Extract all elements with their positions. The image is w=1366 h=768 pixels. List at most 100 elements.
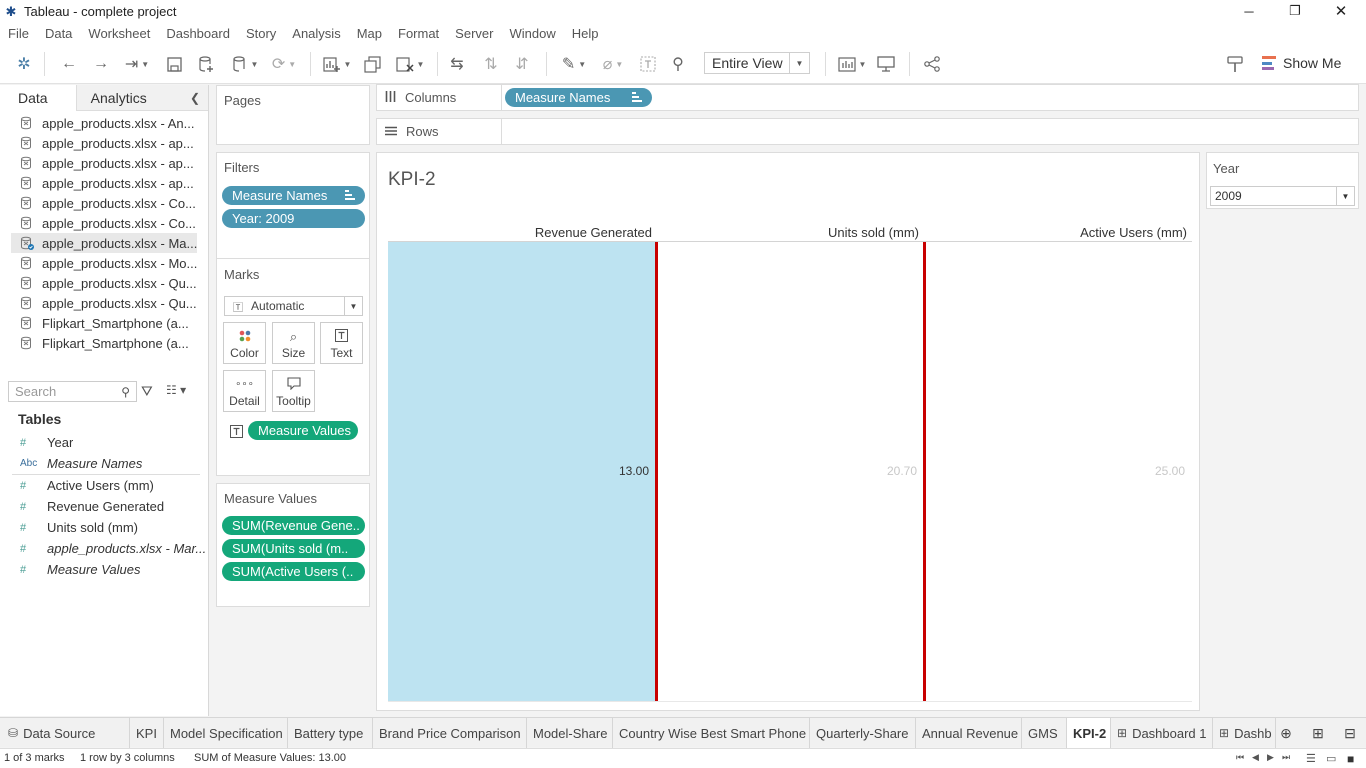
format-painter-icon[interactable] (1224, 53, 1246, 75)
show-filmstrip-icon[interactable]: ☰ (1306, 752, 1316, 765)
sheet-tab[interactable]: Model-Share (527, 718, 613, 748)
sheet-tab[interactable]: Quarterly-Share (810, 718, 916, 748)
tooltip-button[interactable]: Tooltip (272, 370, 315, 412)
new-dashboard-icon[interactable]: ⊞ (1308, 724, 1328, 742)
field-item[interactable]: # Year (0, 432, 208, 453)
save-icon[interactable] (163, 53, 185, 75)
undo-icon[interactable]: ← (58, 53, 80, 75)
redo-icon[interactable]: → (90, 53, 112, 75)
detail-button[interactable]: ∘∘∘ Detail (223, 370, 266, 412)
menu-file[interactable]: File (8, 26, 29, 41)
columns-shelf[interactable]: Columns Measure Names (376, 84, 1359, 111)
filter-pill-measure-names[interactable]: Measure Names (222, 186, 365, 205)
last-sheet-icon[interactable]: ⏭ (1282, 752, 1290, 763)
data-source-item[interactable]: Flipkart_Smartphone (a... (0, 313, 208, 333)
data-source-item[interactable]: apple_products.xlsx - Qu... (0, 293, 208, 313)
size-button[interactable]: ⌕ Size (272, 322, 315, 364)
data-source-item[interactable]: apple_products.xlsx - Ma... (11, 233, 197, 253)
swap-rows-columns-icon[interactable]: ⇆ (446, 53, 468, 75)
year-dropdown[interactable]: 2009 ▼ (1210, 186, 1355, 206)
data-source-item[interactable]: apple_products.xlsx - Qu... (0, 273, 208, 293)
new-worksheet-icon[interactable]: ▼ (319, 53, 355, 75)
sheet-tab[interactable]: Annual Revenue (916, 718, 1022, 748)
menu-window[interactable]: Window (509, 26, 555, 41)
data-source-item[interactable]: Flipkart_Smartphone (a... (0, 333, 208, 353)
fit-dropdown[interactable]: Entire View ▼ (704, 52, 810, 74)
menu-format[interactable]: Format (398, 26, 439, 41)
cell-value-label[interactable]: 13.00 (569, 464, 649, 478)
filter-pill-year[interactable]: Year: 2009 (222, 209, 365, 228)
field-item[interactable]: # Measure Values (0, 559, 208, 580)
measure-pill-active-users[interactable]: SUM(Active Users (.. (222, 562, 365, 581)
restore-button[interactable]: ❐ (1272, 0, 1318, 22)
marks-pill-measure-values[interactable]: Measure Values (248, 421, 358, 440)
sort-descending-icon[interactable]: ⇵ (511, 53, 533, 75)
cell-value-label[interactable]: 20.70 (837, 464, 917, 478)
menu-dashboard[interactable]: Dashboard (166, 26, 230, 41)
next-sheet-icon[interactable]: ▶ (1267, 752, 1274, 763)
clear-sheet-icon[interactable]: ▼ (392, 53, 428, 75)
replay-icon[interactable]: ⇥ ▼ (120, 53, 154, 75)
sheet-tab[interactable]: Brand Price Comparison (373, 718, 527, 748)
view-options-icon[interactable]: ☷ ▾ (166, 383, 186, 397)
menu-data[interactable]: Data (45, 26, 72, 41)
sheet-title[interactable]: KPI-2 (388, 169, 436, 191)
data-source-item[interactable]: apple_products.xlsx - ap... (0, 173, 208, 193)
minimize-button[interactable]: ─ (1226, 0, 1272, 22)
rows-shelf[interactable]: Rows (376, 118, 1359, 145)
data-source-item[interactable]: apple_products.xlsx - Co... (0, 213, 208, 233)
menu-analysis[interactable]: Analysis (292, 26, 340, 41)
color-button[interactable]: Color (223, 322, 266, 364)
sheet-tab[interactable]: ⛁ Data Source (0, 718, 130, 748)
filters-card[interactable]: Filters Measure Names Year: 2009 (216, 152, 370, 259)
tab-data[interactable]: Data (0, 85, 76, 111)
column-header-units[interactable]: Units sold (mm) (659, 225, 919, 240)
worksheet-view[interactable]: KPI-2 Revenue Generated Units sold (mm) … (376, 152, 1200, 711)
first-sheet-icon[interactable]: ⏮ (1236, 752, 1244, 763)
show-me-button[interactable]: Show Me (1262, 53, 1341, 73)
field-item[interactable]: # Units sold (mm) (0, 517, 208, 538)
sheet-tab[interactable]: GMS (1022, 718, 1067, 748)
field-item[interactable]: # Revenue Generated (0, 496, 208, 517)
text-button[interactable]: Text (320, 322, 363, 364)
sheet-tab[interactable]: KPI (130, 718, 164, 748)
collapse-pane-icon[interactable]: ❮ (190, 91, 200, 105)
measure-pill-revenue[interactable]: SUM(Revenue Gene.. (222, 516, 365, 535)
sheet-tab[interactable]: Battery type (288, 718, 373, 748)
cell-value-label[interactable]: 25.00 (1105, 464, 1185, 478)
group-members-icon[interactable]: ⌀ ▼ (596, 53, 630, 75)
show-mark-labels-icon[interactable] (637, 53, 659, 75)
data-source-item[interactable]: apple_products.xlsx - Co... (0, 193, 208, 213)
data-source-item[interactable]: apple_products.xlsx - ap... (0, 133, 208, 153)
data-source-item[interactable]: apple_products.xlsx - Mo... (0, 253, 208, 273)
sheet-tab[interactable]: KPI-2 (1067, 718, 1111, 748)
show-cards-icon[interactable]: ▼ (836, 53, 868, 75)
new-worksheet-icon[interactable]: ⊕ (1276, 724, 1296, 742)
new-story-icon[interactable]: ⊟ (1340, 724, 1360, 742)
show-tabs-icon[interactable]: ▭ (1326, 752, 1336, 765)
tableau-home-icon[interactable]: ✲ (14, 53, 34, 75)
text-table[interactable]: 13.00 20.70 25.00 (388, 242, 1192, 701)
highlight-icon[interactable]: ✎ ▼ (558, 53, 590, 75)
measure-pill-units[interactable]: SUM(Units sold (m.. (222, 539, 365, 558)
data-source-item[interactable]: apple_products.xlsx - An... (0, 113, 208, 133)
field-item[interactable]: Abc Measure Names (0, 453, 208, 474)
column-header-active-users[interactable]: Active Users (mm) (927, 225, 1187, 240)
field-item[interactable]: # apple_products.xlsx - Mar... (0, 538, 208, 559)
refresh-icon[interactable]: ⟳ ▼ (266, 53, 302, 75)
fix-axes-icon[interactable]: ⚲ (667, 53, 689, 75)
sheet-tab[interactable]: ⊞ Dashboard 1 (1111, 718, 1213, 748)
close-button[interactable]: ✕ (1318, 0, 1364, 22)
menu-help[interactable]: Help (572, 26, 599, 41)
menu-map[interactable]: Map (357, 26, 382, 41)
search-input[interactable] (9, 382, 109, 401)
field-item[interactable]: # Active Users (mm) (0, 475, 208, 496)
pages-card[interactable]: Pages (216, 85, 370, 145)
menu-story[interactable]: Story (246, 26, 276, 41)
menu-server[interactable]: Server (455, 26, 493, 41)
columns-pill-measure-names[interactable]: Measure Names (505, 88, 652, 107)
pause-updates-icon[interactable]: ▼ (227, 53, 263, 75)
sheet-tab[interactable]: Country Wise Best Smart Phone (613, 718, 810, 748)
sort-ascending-icon[interactable]: ⇅ (480, 53, 502, 75)
presentation-mode-icon[interactable] (875, 53, 897, 75)
